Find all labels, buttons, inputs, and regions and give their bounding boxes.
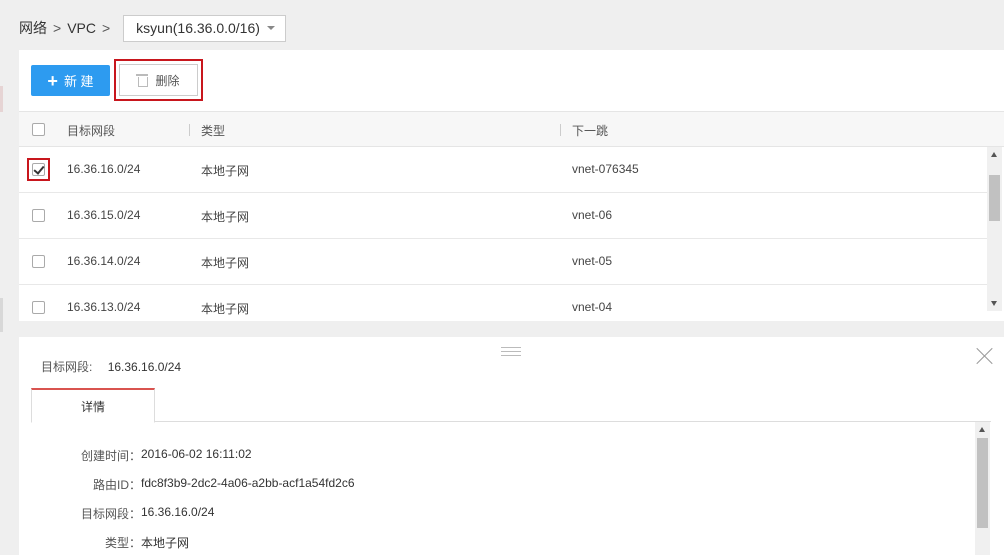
field-value: 2016-06-02 16:11:02 xyxy=(141,447,252,461)
new-button[interactable]: + 新 建 xyxy=(31,65,110,96)
field-key: 路由ID： xyxy=(92,478,141,492)
breadcrumb-network[interactable]: 网络 xyxy=(19,18,47,38)
breadcrumb-separator: > xyxy=(101,20,111,36)
scroll-down-icon[interactable] xyxy=(991,301,997,306)
select-all-checkbox[interactable] xyxy=(32,123,45,136)
breadcrumb: 网络 > VPC > ksyun(16.36.0.0/16) xyxy=(19,14,286,42)
route-table-panel: + 新 建 删除 目标网段 类型 下一跳 16.36.16.0/24 本地子网 … xyxy=(19,50,1004,321)
scrollbar-thumb[interactable] xyxy=(989,175,1000,221)
row-next-hop: vnet-04 xyxy=(572,300,613,314)
column-divider xyxy=(189,124,190,136)
detail-title-value: 16.36.16.0/24 xyxy=(107,360,182,374)
row-type: 本地子网 xyxy=(201,302,250,316)
table-row[interactable]: 16.36.15.0/24 本地子网 vnet-06 xyxy=(19,193,988,239)
delete-button-label: 删除 xyxy=(155,73,180,88)
row-next-hop: vnet-06 xyxy=(572,208,613,222)
column-divider xyxy=(560,124,561,136)
scroll-up-icon[interactable] xyxy=(991,152,997,157)
detail-title: 目标网段: 16.36.16.0/24 xyxy=(41,358,181,375)
new-button-label: 新 建 xyxy=(63,74,94,89)
table-row[interactable]: 16.36.13.0/24 本地子网 vnet-04 xyxy=(19,285,988,321)
table-body: 16.36.16.0/24 本地子网 vnet-076345 16.36.15.… xyxy=(19,147,988,321)
checkbox-highlight-box xyxy=(27,158,50,181)
left-edge-marker xyxy=(0,86,3,112)
scroll-up-icon[interactable] xyxy=(979,427,985,432)
detail-panel: 目标网段: 16.36.16.0/24 详情 创建时间： 2016-06-02 … xyxy=(19,337,1004,555)
table-row[interactable]: 16.36.16.0/24 本地子网 vnet-076345 xyxy=(19,147,988,193)
vpc-select-value: ksyun(16.36.0.0/16) xyxy=(136,20,260,36)
breadcrumb-separator: > xyxy=(53,20,62,36)
row-next-hop: vnet-05 xyxy=(572,254,613,268)
row-next-hop: vnet-076345 xyxy=(572,162,639,176)
tab-details[interactable]: 详情 xyxy=(31,388,155,423)
row-cidr: 16.36.16.0/24 xyxy=(67,162,141,176)
row-checkbox[interactable] xyxy=(32,301,45,314)
trash-icon xyxy=(136,74,149,87)
row-checkbox[interactable] xyxy=(32,209,45,222)
scrollbar-thumb[interactable] xyxy=(977,438,988,528)
detail-title-label: 目标网段: xyxy=(41,360,93,374)
table-scrollbar[interactable] xyxy=(987,147,1002,311)
column-header-type[interactable]: 类型 xyxy=(201,122,225,139)
row-checkbox[interactable] xyxy=(32,255,45,268)
field-key: 创建时间： xyxy=(80,449,141,463)
breadcrumb-vpc[interactable]: VPC xyxy=(67,20,96,36)
row-type: 本地子网 xyxy=(201,256,250,270)
column-header-cidr[interactable]: 目标网段 xyxy=(67,122,115,139)
detail-scrollbar[interactable] xyxy=(975,422,990,555)
table-header: 目标网段 类型 下一跳 xyxy=(19,111,1004,147)
column-header-next-hop[interactable]: 下一跳 xyxy=(572,122,608,139)
row-type: 本地子网 xyxy=(201,164,250,178)
row-type: 本地子网 xyxy=(201,210,250,224)
field-value: 16.36.16.0/24 xyxy=(141,505,215,519)
delete-button[interactable]: 删除 xyxy=(119,64,198,96)
detail-tabs: 详情 xyxy=(31,388,991,423)
resize-handle-icon[interactable] xyxy=(501,347,521,359)
tab-details-label: 详情 xyxy=(80,399,105,414)
chevron-down-icon xyxy=(266,26,275,30)
row-cidr: 16.36.13.0/24 xyxy=(67,300,141,314)
vpc-select[interactable]: ksyun(16.36.0.0/16) xyxy=(123,14,286,42)
row-cidr: 16.36.14.0/24 xyxy=(67,254,141,268)
field-value: 本地子网 xyxy=(141,536,190,550)
field-value: fdc8f3b9-2dc2-4a06-a2bb-acf1a54fd2c6 xyxy=(141,476,355,490)
table-row[interactable]: 16.36.14.0/24 本地子网 vnet-05 xyxy=(19,239,988,285)
plus-icon: + xyxy=(47,70,58,91)
row-cidr: 16.36.15.0/24 xyxy=(67,208,141,222)
left-edge-marker xyxy=(0,298,3,332)
field-key: 类型： xyxy=(104,536,141,550)
field-key: 目标网段： xyxy=(80,507,141,521)
close-icon[interactable] xyxy=(976,347,994,365)
